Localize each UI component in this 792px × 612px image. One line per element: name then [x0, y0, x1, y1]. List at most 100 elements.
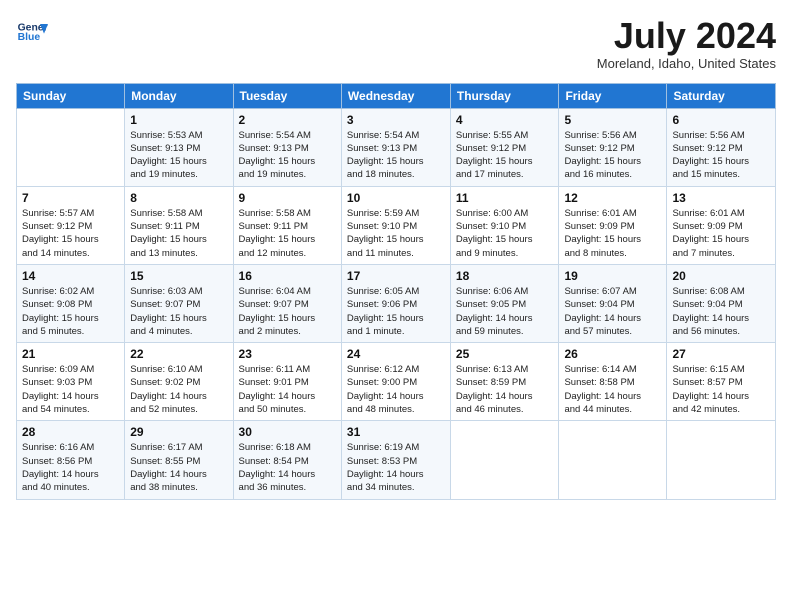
day-info: Sunrise: 6:07 AM Sunset: 9:04 PM Dayligh…: [564, 285, 661, 338]
calendar-cell: 29 Sunrise: 6:17 AM Sunset: 8:55 PM Dayli…: [125, 421, 233, 499]
day-info: Sunrise: 6:12 AM Sunset: 9:00 PM Dayligh…: [347, 363, 445, 416]
day-info: Sunrise: 6:17 AM Sunset: 8:55 PM Dayligh…: [130, 441, 227, 494]
calendar-week-2: 7Sunrise: 5:57 AM Sunset: 9:12 PM Daylig…: [17, 186, 776, 264]
day-header-tuesday: Tuesday: [233, 83, 341, 108]
calendar-cell: 12Sunrise: 6:01 AM Sunset: 9:09 PM Dayli…: [559, 186, 667, 264]
calendar-cell: [17, 108, 125, 186]
calendar-cell: 10 Sunrise: 5:59 AM Sunset: 9:10 PM Dayli…: [341, 186, 450, 264]
month-title: July 2024: [597, 16, 776, 56]
calendar-cell: 13 Sunrise: 6:01 AM Sunset: 9:09 PM Dayli…: [667, 186, 776, 264]
day-header-sunday: Sunday: [17, 83, 125, 108]
calendar-cell: 2 Sunrise: 5:54 AM Sunset: 9:13 PM Daylig…: [233, 108, 341, 186]
day-number: 21: [22, 347, 119, 361]
calendar-week-5: 28Sunrise: 6:16 AM Sunset: 8:56 PM Dayli…: [17, 421, 776, 499]
day-header-thursday: Thursday: [450, 83, 559, 108]
location-label: Moreland, Idaho, United States: [597, 56, 776, 71]
logo: General Blue: [16, 16, 48, 48]
day-info: Sunrise: 5:53 AM Sunset: 9:13 PM Dayligh…: [130, 129, 227, 182]
calendar-header: SundayMondayTuesdayWednesdayThursdayFrid…: [17, 83, 776, 108]
day-number: 2: [239, 113, 336, 127]
day-info: Sunrise: 6:09 AM Sunset: 9:03 PM Dayligh…: [22, 363, 119, 416]
logo-icon: General Blue: [16, 16, 48, 48]
day-number: 9: [239, 191, 336, 205]
day-number: 27: [672, 347, 770, 361]
calendar-cell: 22 Sunrise: 6:10 AM Sunset: 9:02 PM Dayli…: [125, 343, 233, 421]
calendar-cell: [450, 421, 559, 499]
calendar-cell: 30 Sunrise: 6:18 AM Sunset: 8:54 PM Dayli…: [233, 421, 341, 499]
day-info: Sunrise: 6:04 AM Sunset: 9:07 PM Dayligh…: [239, 285, 336, 338]
day-number: 3: [347, 113, 445, 127]
day-info: Sunrise: 5:56 AM Sunset: 9:12 PM Dayligh…: [672, 129, 770, 182]
day-number: 29: [130, 425, 227, 439]
calendar-cell: 8Sunrise: 5:58 AM Sunset: 9:11 PM Daylig…: [125, 186, 233, 264]
day-info: Sunrise: 5:59 AM Sunset: 9:10 PM Dayligh…: [347, 207, 445, 260]
day-info: Sunrise: 6:01 AM Sunset: 9:09 PM Dayligh…: [672, 207, 770, 260]
day-header-wednesday: Wednesday: [341, 83, 450, 108]
day-info: Sunrise: 6:15 AM Sunset: 8:57 PM Dayligh…: [672, 363, 770, 416]
calendar-cell: 16Sunrise: 6:04 AM Sunset: 9:07 PM Dayli…: [233, 264, 341, 342]
day-number: 5: [564, 113, 661, 127]
calendar-cell: 15Sunrise: 6:03 AM Sunset: 9:07 PM Dayli…: [125, 264, 233, 342]
day-header-saturday: Saturday: [667, 83, 776, 108]
calendar-week-1: 1 Sunrise: 5:53 AM Sunset: 9:13 PM Daylig…: [17, 108, 776, 186]
day-info: Sunrise: 5:57 AM Sunset: 9:12 PM Dayligh…: [22, 207, 119, 260]
day-info: Sunrise: 6:00 AM Sunset: 9:10 PM Dayligh…: [456, 207, 554, 260]
calendar-cell: 18 Sunrise: 6:06 AM Sunset: 9:05 PM Dayli…: [450, 264, 559, 342]
calendar-cell: 1 Sunrise: 5:53 AM Sunset: 9:13 PM Daylig…: [125, 108, 233, 186]
title-block: July 2024 Moreland, Idaho, United States: [597, 16, 776, 71]
calendar-cell: [559, 421, 667, 499]
calendar-cell: 9Sunrise: 5:58 AM Sunset: 9:11 PM Daylig…: [233, 186, 341, 264]
calendar-cell: 21 Sunrise: 6:09 AM Sunset: 9:03 PM Dayli…: [17, 343, 125, 421]
calendar-cell: 7Sunrise: 5:57 AM Sunset: 9:12 PM Daylig…: [17, 186, 125, 264]
day-number: 23: [239, 347, 336, 361]
calendar-cell: 23 Sunrise: 6:11 AM Sunset: 9:01 PM Dayli…: [233, 343, 341, 421]
day-number: 15: [130, 269, 227, 283]
day-number: 18: [456, 269, 554, 283]
calendar-cell: [667, 421, 776, 499]
day-number: 10: [347, 191, 445, 205]
calendar-cell: 19Sunrise: 6:07 AM Sunset: 9:04 PM Dayli…: [559, 264, 667, 342]
calendar-cell: 26Sunrise: 6:14 AM Sunset: 8:58 PM Dayli…: [559, 343, 667, 421]
day-info: Sunrise: 6:02 AM Sunset: 9:08 PM Dayligh…: [22, 285, 119, 338]
day-number: 22: [130, 347, 227, 361]
day-info: Sunrise: 6:10 AM Sunset: 9:02 PM Dayligh…: [130, 363, 227, 416]
calendar-table: SundayMondayTuesdayWednesdayThursdayFrid…: [16, 83, 776, 500]
day-info: Sunrise: 6:13 AM Sunset: 8:59 PM Dayligh…: [456, 363, 554, 416]
day-number: 13: [672, 191, 770, 205]
day-number: 4: [456, 113, 554, 127]
day-number: 6: [672, 113, 770, 127]
day-number: 20: [672, 269, 770, 283]
day-number: 1: [130, 113, 227, 127]
day-number: 31: [347, 425, 445, 439]
day-number: 24: [347, 347, 445, 361]
header-row: SundayMondayTuesdayWednesdayThursdayFrid…: [17, 83, 776, 108]
day-number: 30: [239, 425, 336, 439]
calendar-cell: 31 Sunrise: 6:19 AM Sunset: 8:53 PM Dayli…: [341, 421, 450, 499]
page-header: General Blue July 2024 Moreland, Idaho, …: [16, 16, 776, 71]
day-info: Sunrise: 5:55 AM Sunset: 9:12 PM Dayligh…: [456, 129, 554, 182]
day-info: Sunrise: 6:08 AM Sunset: 9:04 PM Dayligh…: [672, 285, 770, 338]
calendar-cell: 4 Sunrise: 5:55 AM Sunset: 9:12 PM Daylig…: [450, 108, 559, 186]
day-info: Sunrise: 5:54 AM Sunset: 9:13 PM Dayligh…: [347, 129, 445, 182]
calendar-cell: 11Sunrise: 6:00 AM Sunset: 9:10 PM Dayli…: [450, 186, 559, 264]
day-info: Sunrise: 6:11 AM Sunset: 9:01 PM Dayligh…: [239, 363, 336, 416]
day-number: 26: [564, 347, 661, 361]
day-info: Sunrise: 6:19 AM Sunset: 8:53 PM Dayligh…: [347, 441, 445, 494]
calendar-cell: 28Sunrise: 6:16 AM Sunset: 8:56 PM Dayli…: [17, 421, 125, 499]
day-info: Sunrise: 5:56 AM Sunset: 9:12 PM Dayligh…: [564, 129, 661, 182]
day-number: 25: [456, 347, 554, 361]
calendar-cell: 6 Sunrise: 5:56 AM Sunset: 9:12 PM Daylig…: [667, 108, 776, 186]
calendar-cell: 24 Sunrise: 6:12 AM Sunset: 9:00 PM Dayli…: [341, 343, 450, 421]
day-info: Sunrise: 6:18 AM Sunset: 8:54 PM Dayligh…: [239, 441, 336, 494]
calendar-cell: 27 Sunrise: 6:15 AM Sunset: 8:57 PM Dayli…: [667, 343, 776, 421]
day-number: 12: [564, 191, 661, 205]
day-info: Sunrise: 6:05 AM Sunset: 9:06 PM Dayligh…: [347, 285, 445, 338]
day-header-monday: Monday: [125, 83, 233, 108]
calendar-cell: 17Sunrise: 6:05 AM Sunset: 9:06 PM Dayli…: [341, 264, 450, 342]
calendar-cell: 3 Sunrise: 5:54 AM Sunset: 9:13 PM Daylig…: [341, 108, 450, 186]
day-info: Sunrise: 6:06 AM Sunset: 9:05 PM Dayligh…: [456, 285, 554, 338]
calendar-week-3: 14Sunrise: 6:02 AM Sunset: 9:08 PM Dayli…: [17, 264, 776, 342]
calendar-cell: 20 Sunrise: 6:08 AM Sunset: 9:04 PM Dayli…: [667, 264, 776, 342]
day-info: Sunrise: 5:54 AM Sunset: 9:13 PM Dayligh…: [239, 129, 336, 182]
calendar-cell: 14Sunrise: 6:02 AM Sunset: 9:08 PM Dayli…: [17, 264, 125, 342]
